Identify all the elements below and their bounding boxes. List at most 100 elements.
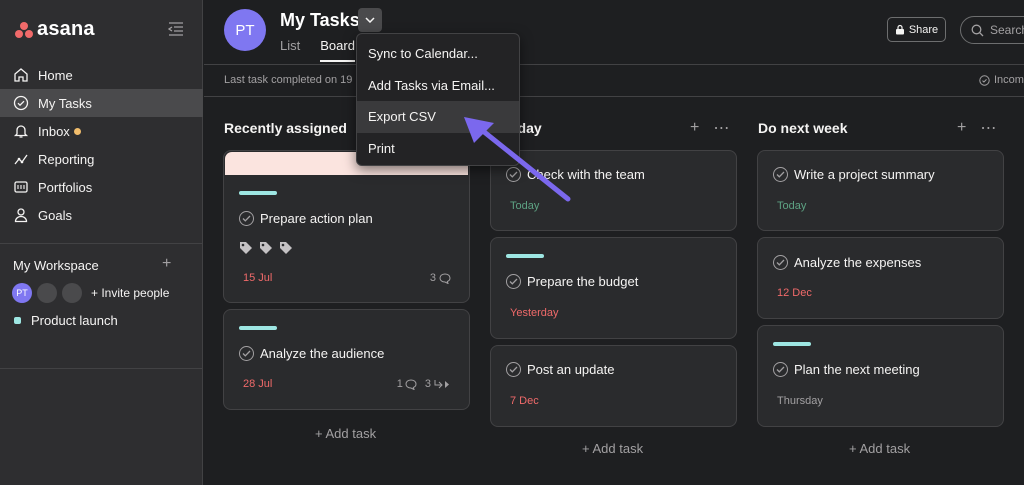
project-label: Product launch [31,313,118,328]
task-label: Plan the next meeting [794,362,920,377]
search-icon [971,24,984,36]
task-card[interactable]: Analyze the audience 28 Jul 1 3 [223,309,470,410]
nav-item-reporting[interactable]: Reporting [0,145,203,173]
check-circle-icon [979,74,990,86]
task-label: Analyze the audience [260,346,385,361]
avatar-placeholder [37,283,57,303]
task-name[interactable]: Prepare the budget [506,274,638,289]
bell-icon [12,122,30,140]
add-icon[interactable]: + [690,119,699,137]
due-date[interactable]: Yesterday [510,307,559,319]
check-circle-icon[interactable] [239,346,254,361]
tag-icon[interactable] [259,241,273,260]
project-product-launch[interactable]: Product launch [14,313,118,328]
nav-item-label: Inbox [38,123,70,139]
task-label: Write a project summary [794,167,935,182]
lock-icon [895,24,904,35]
task-meta: 1 3 [397,378,451,390]
check-circle-icon[interactable] [773,362,788,377]
due-date[interactable]: 15 Jul [243,272,272,284]
nav-item-label: Portfolios [38,179,93,195]
last-task-completed-text: Last task completed on 19 [224,74,353,86]
invite-people-button[interactable]: + Invite people [91,286,169,300]
task-card[interactable]: Analyze the expenses 12 Dec [757,237,1004,319]
check-circle-icon[interactable] [506,362,521,377]
workspace-members: PT + Invite people [12,283,169,303]
nav-item-portfolios[interactable]: Portfolios [0,173,203,201]
add-workspace-item-icon[interactable]: + [162,255,171,273]
check-circle-icon[interactable] [773,255,788,270]
share-button[interactable]: Share [887,17,946,42]
task-card[interactable]: Plan the next meeting Thursday [757,325,1004,427]
subtask-icon [434,379,449,388]
search-input[interactable]: Search [960,16,1024,44]
tag-icon[interactable] [239,241,253,260]
column-title[interactable]: Recently assigned [224,120,347,136]
task-card[interactable]: Prepare the budget Yesterday [490,237,737,339]
page-title: My Tasks [280,10,360,30]
task-card[interactable]: Post an update 7 Dec [490,345,737,427]
task-name[interactable]: Analyze the expenses [773,255,921,270]
nav-item-goals[interactable]: Goals [0,201,203,229]
tab-board[interactable]: Board [320,38,355,62]
menu-item-add-tasks-email[interactable]: Add Tasks via Email... [357,70,519,102]
nav-item-my-tasks[interactable]: My Tasks [0,89,203,117]
task-card[interactable]: Prepare action plan 15 Jul 3 [223,150,470,303]
user-avatar[interactable]: PT [224,9,266,51]
comment-count-value[interactable]: 1 [397,378,403,390]
task-label: Analyze the expenses [794,255,922,270]
comment-icon [439,272,451,284]
menu-item-sync-calendar[interactable]: Sync to Calendar... [357,38,519,70]
invite-label: Invite people [101,286,170,300]
add-task-button[interactable]: + Add task [849,441,910,456]
sidebar-divider [0,243,203,244]
task-name[interactable]: Plan the next meeting [773,362,920,377]
comment-count[interactable]: 3 [430,272,451,284]
check-circle-icon[interactable] [506,274,521,289]
add-icon[interactable]: + [957,119,966,137]
more-icon[interactable]: ⋯ [980,118,996,138]
card-color-bar [773,342,811,346]
page-header: PT My Tasks List Board Share Search [204,0,1024,64]
task-toolbar: Last task completed on 19 Incom [204,64,1024,97]
subtask-count-value[interactable]: 3 [425,378,431,390]
tag-list [239,241,299,260]
card-color-bar [239,326,277,330]
task-name[interactable]: Analyze the audience [239,346,384,361]
add-task-button[interactable]: + Add task [582,441,643,456]
more-icon[interactable]: ⋯ [713,118,729,138]
avatar[interactable]: PT [12,283,32,303]
comment-count-value: 3 [429,272,436,284]
asana-logo[interactable]: asana [14,18,95,41]
chart-line-icon [12,150,30,168]
task-name[interactable]: Post an update [506,362,614,377]
due-date[interactable]: 12 Dec [777,287,812,299]
due-date[interactable]: Thursday [777,395,823,407]
workspace-title[interactable]: My Workspace [13,258,99,273]
brand-name: asana [37,18,95,40]
person-icon [12,206,30,224]
card-color-bar [506,254,544,258]
check-circle-icon[interactable] [773,167,788,182]
nav-item-label: Home [38,67,73,83]
add-task-button[interactable]: + Add task [315,426,376,441]
tag-icon[interactable] [279,241,293,260]
task-card[interactable]: Write a project summary Today [757,150,1004,231]
task-name[interactable]: Prepare action plan [239,211,373,226]
task-label: Prepare the budget [527,274,639,289]
due-date[interactable]: Today [777,200,806,212]
due-date[interactable]: 7 Dec [510,395,539,407]
project-color-icon [14,317,21,324]
tab-list[interactable]: List [280,38,300,62]
title-dropdown-button[interactable] [358,8,382,32]
check-circle-icon[interactable] [239,211,254,226]
nav-item-inbox[interactable]: Inbox [0,117,203,145]
due-date[interactable]: 28 Jul [243,378,272,390]
comment-icon [405,378,417,390]
incomplete-filter-button[interactable]: Incom [979,74,1024,86]
nav-item-home[interactable]: Home [0,61,203,89]
chevron-down-icon [365,17,375,23]
column-title[interactable]: Do next week [758,120,847,136]
collapse-sidebar-icon[interactable] [168,22,184,36]
task-name[interactable]: Write a project summary [773,167,935,182]
